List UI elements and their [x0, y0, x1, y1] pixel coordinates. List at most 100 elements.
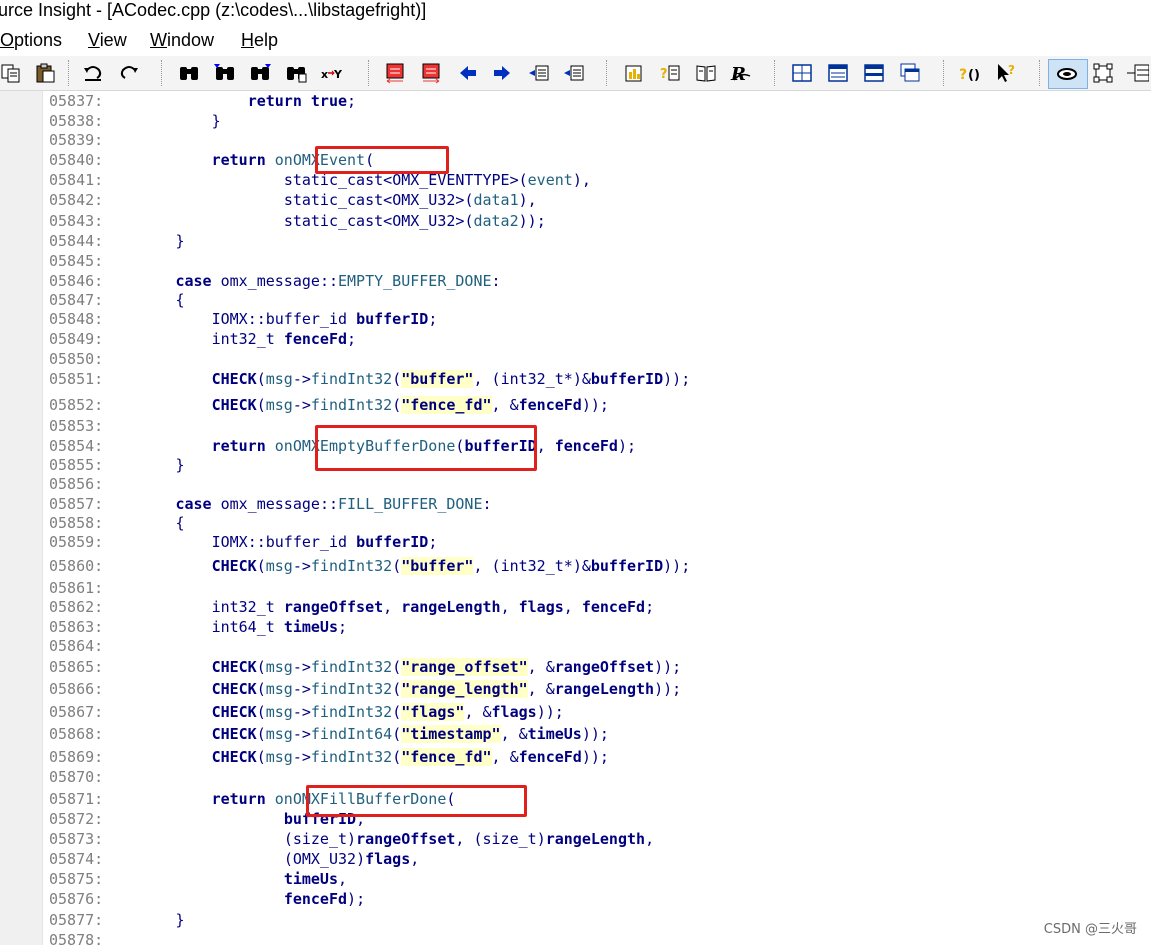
window-cascade-icon[interactable]: [899, 62, 921, 84]
line-number: 05864:: [49, 637, 104, 655]
line-number: 05857:: [49, 495, 104, 513]
code-line[interactable]: 05847: {: [49, 290, 184, 310]
code-line[interactable]: 05857: case omx_message::FILL_BUFFER_DON…: [49, 494, 492, 514]
menu-view[interactable]: View: [88, 30, 127, 51]
line-number: 05867:: [49, 703, 104, 721]
window-list-icon[interactable]: [827, 62, 849, 84]
line-number: 05865:: [49, 658, 104, 676]
bookmark-prev-icon[interactable]: [384, 62, 406, 84]
line-number: 05874:: [49, 850, 104, 868]
code-line[interactable]: 05862: int32_t rangeOffset, rangeLength,…: [49, 597, 654, 617]
watermark: CSDN @三火哥: [1043, 922, 1137, 937]
jump-out-icon[interactable]: [563, 62, 585, 84]
window-tile-icon[interactable]: [791, 62, 813, 84]
back-icon[interactable]: [457, 62, 479, 84]
copy-icon[interactable]: [0, 62, 22, 84]
relation-icon[interactable]: R: [730, 62, 752, 84]
book-icon[interactable]: [695, 62, 717, 84]
code-line[interactable]: 05851: CHECK(msg->findInt32("buffer", (i…: [49, 369, 690, 389]
highlight-box: [306, 785, 527, 817]
code-line[interactable]: 05856:: [49, 474, 103, 494]
line-number: 05862:: [49, 598, 104, 616]
line-number: 05851:: [49, 370, 104, 388]
code-line[interactable]: 05875: timeUs,: [49, 869, 347, 889]
line-number: 05855:: [49, 456, 104, 474]
menu-window[interactable]: Window: [150, 30, 214, 51]
code-line[interactable]: 05845:: [49, 251, 103, 271]
line-number: 05858:: [49, 514, 104, 532]
svg-text:x: x: [321, 68, 328, 81]
code-editor[interactable]: 05837: return true; 05838: } 05839: 05840: …: [0, 91, 1151, 949]
code-line[interactable]: 05850:: [49, 349, 103, 369]
line-number: 05876:: [49, 890, 104, 908]
line-number: 05848:: [49, 310, 104, 328]
line-number: 05869:: [49, 748, 104, 766]
menu-bar: Options View Window Help: [0, 28, 1151, 56]
find-next-icon[interactable]: [249, 62, 271, 84]
find-files-icon[interactable]: [285, 62, 307, 84]
find-prev-icon[interactable]: [214, 62, 236, 84]
line-number: 05842:: [49, 191, 104, 209]
line-number: 05859:: [49, 533, 104, 551]
code-line[interactable]: 05866: CHECK(msg->findInt32("range_lengt…: [49, 679, 681, 699]
code-line[interactable]: 05853:: [49, 416, 103, 436]
code-line[interactable]: 05864:: [49, 636, 103, 656]
code-line[interactable]: 05839:: [49, 130, 103, 150]
reference-icon[interactable]: ?: [659, 62, 681, 84]
code-line[interactable]: 05869: CHECK(msg->findInt32("fence_fd", …: [49, 747, 609, 767]
undo-icon[interactable]: [82, 62, 104, 84]
line-number: 05872:: [49, 810, 104, 828]
context-icon[interactable]: ?(): [959, 62, 981, 84]
line-number: 05866:: [49, 680, 104, 698]
code-line[interactable]: 05846: case omx_message::EMPTY_BUFFER_DO…: [49, 271, 501, 291]
highlight-box: [315, 146, 449, 174]
relation-window-icon[interactable]: [1092, 62, 1114, 84]
code-line[interactable]: 05870:: [49, 767, 103, 787]
find-icon[interactable]: [178, 62, 200, 84]
code-line[interactable]: 05842: static_cast<OMX_U32>(data1),: [49, 190, 537, 210]
code-line[interactable]: 05852: CHECK(msg->findInt32("fence_fd", …: [49, 395, 609, 415]
menu-help[interactable]: Help: [241, 30, 278, 51]
code-line[interactable]: 05843: static_cast<OMX_U32>(data2));: [49, 211, 546, 231]
code-line[interactable]: 05858: {: [49, 513, 184, 533]
code-line[interactable]: 05865: CHECK(msg->findInt32("range_offse…: [49, 657, 681, 677]
svg-text:?: ?: [660, 67, 668, 82]
code-line[interactable]: 05863: int64_t timeUs;: [49, 617, 347, 637]
code-line[interactable]: 05874: (OMX_U32)flags,: [49, 849, 419, 869]
code-line[interactable]: 05849: int32_t fenceFd;: [49, 329, 356, 349]
paste-icon[interactable]: [34, 62, 56, 84]
code-line[interactable]: 05868: CHECK(msg->findInt64("timestamp",…: [49, 724, 609, 744]
line-number: 05868:: [49, 725, 104, 743]
lookup-icon[interactable]: [1056, 62, 1078, 84]
toolbar: xY ? R ?() ?: [0, 56, 1151, 91]
code-line[interactable]: 05860: CHECK(msg->findInt32("buffer", (i…: [49, 556, 690, 576]
code-line[interactable]: 05844: }: [49, 231, 184, 251]
code-line[interactable]: 05855: }: [49, 455, 184, 475]
line-number: 05845:: [49, 252, 104, 270]
code-line[interactable]: 05848: IOMX::buffer_id bufferID;: [49, 309, 437, 329]
line-number: 05870:: [49, 768, 104, 786]
outline-icon[interactable]: [1127, 62, 1149, 84]
line-number: 05877:: [49, 911, 104, 929]
code-line[interactable]: 05873: (size_t)rangeOffset, (size_t)rang…: [49, 829, 654, 849]
replace-icon[interactable]: xY: [320, 62, 342, 84]
jump-in-icon[interactable]: [528, 62, 550, 84]
symbol-info-icon[interactable]: [622, 62, 644, 84]
code-line[interactable]: 05859: IOMX::buffer_id bufferID;: [49, 532, 437, 552]
code-line[interactable]: 05838: }: [49, 111, 221, 131]
line-number: 05844:: [49, 232, 104, 250]
bookmark-next-icon[interactable]: [420, 62, 442, 84]
code-line[interactable]: 05861:: [49, 578, 103, 598]
code-line[interactable]: 05877: }: [49, 910, 184, 930]
code-line[interactable]: 05867: CHECK(msg->findInt32("flags", &fl…: [49, 702, 564, 722]
code-line[interactable]: 05837: return true;: [49, 91, 356, 111]
line-number: 05860:: [49, 557, 104, 575]
pointer-help-icon[interactable]: ?: [995, 62, 1017, 84]
code-line[interactable]: 05876: fenceFd);: [49, 889, 365, 909]
line-number: 05838:: [49, 112, 104, 130]
redo-icon[interactable]: [118, 62, 140, 84]
code-line[interactable]: 05878:: [49, 930, 103, 950]
menu-options[interactable]: Options: [0, 30, 62, 51]
window-split-icon[interactable]: [863, 62, 885, 84]
forward-icon[interactable]: [491, 62, 513, 84]
